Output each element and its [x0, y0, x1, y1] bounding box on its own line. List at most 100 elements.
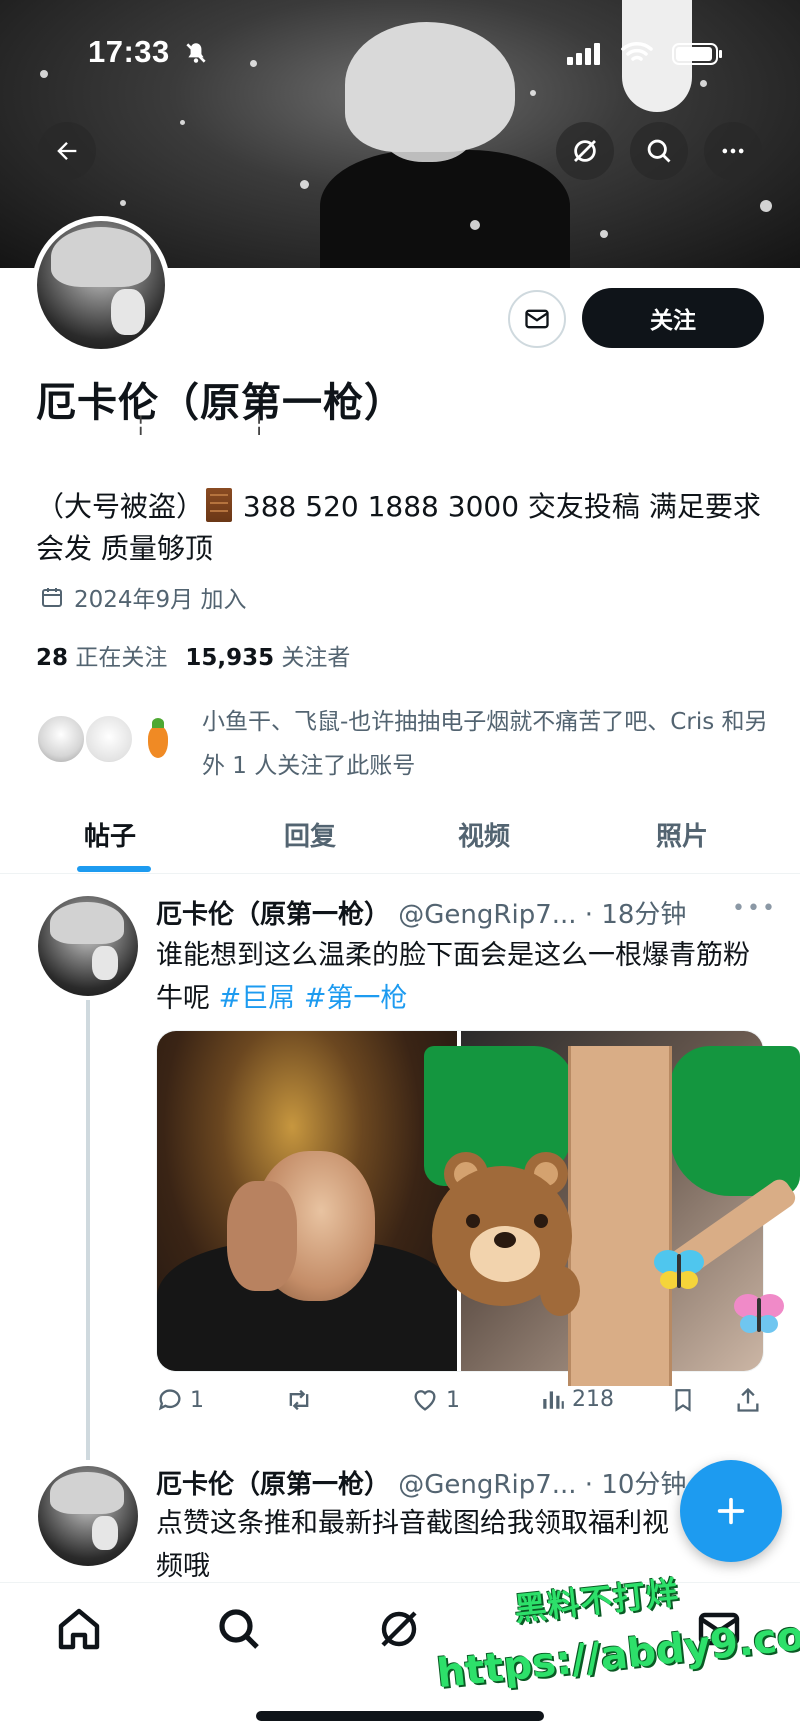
home-icon[interactable] — [55, 1605, 103, 1653]
followers-stat[interactable]: 15,935 关注者 — [185, 638, 350, 672]
following-label: 正在关注 — [75, 645, 168, 671]
hashtag[interactable]: #巨屌 — [219, 983, 296, 1014]
door-emoji-icon — [206, 488, 233, 522]
tab-replies[interactable]: 回复 — [284, 816, 336, 853]
butterfly-icon — [734, 1294, 784, 1333]
grok-icon[interactable] — [375, 1605, 423, 1653]
name-decoration: ¦ ¦ — [137, 412, 315, 437]
bear-eye — [534, 1214, 548, 1228]
follower-avatar — [84, 714, 134, 764]
follow-button[interactable]: 关注 — [582, 288, 764, 348]
reply-count: 1 — [190, 1387, 204, 1413]
grok-button[interactable] — [556, 122, 614, 180]
snowflake — [40, 70, 48, 78]
repost-action[interactable] — [284, 1386, 314, 1414]
tree-leaves — [670, 1046, 800, 1196]
arrow-left-icon — [57, 142, 77, 160]
avatar-hair — [50, 902, 124, 944]
reply-icon — [158, 1389, 181, 1411]
post-more-icon[interactable]: ••• — [732, 896, 777, 921]
tree-trunk — [568, 1046, 672, 1386]
avatar-hair — [51, 227, 151, 287]
more-options-button[interactable] — [704, 122, 762, 180]
snowflake — [300, 180, 309, 189]
more-horizontal-icon — [722, 148, 744, 154]
tab-photos[interactable]: 照片 — [656, 816, 708, 853]
bookmark-action[interactable] — [670, 1386, 696, 1414]
followers-count: 15,935 — [185, 645, 275, 671]
post-header: 厄卡伦（原第一枪） @GengRip7... · 18分钟 — [156, 894, 686, 931]
wifi-icon — [621, 42, 653, 61]
like-action[interactable]: 1 — [410, 1386, 460, 1414]
follow-stats: 28 正在关注 15,935 关注者 — [36, 638, 350, 672]
like-count: 1 — [446, 1387, 460, 1413]
snowflake — [470, 220, 480, 230]
snowflake — [700, 80, 707, 87]
post-author[interactable]: 厄卡伦（原第一枪） — [156, 1470, 390, 1500]
join-date: 2024年9月 加入 — [74, 587, 247, 613]
avatar-hand — [92, 946, 118, 980]
followed-by-text: 小鱼干、飞鼠-也许抽抽电子烟就不痛苦了吧、Cris 和另外 1 人关注了此账号 — [202, 709, 768, 779]
cellular-signal-icon — [567, 43, 600, 65]
snowflake — [180, 120, 185, 125]
reply-action[interactable]: 1 — [156, 1386, 204, 1414]
post-avatar[interactable] — [38, 896, 138, 996]
search-icon[interactable] — [215, 1605, 263, 1653]
snowflake — [120, 200, 126, 206]
post-photo-left[interactable] — [157, 1031, 457, 1371]
views-chart-icon — [543, 1391, 564, 1409]
avatar-hair — [50, 1472, 124, 1514]
back-button[interactable] — [38, 122, 96, 180]
snowflake — [760, 200, 772, 212]
post-text: 谁能想到这么温柔的脸下面会是这么一根爆青筋粉牛呢 #巨屌 #第一枪 — [156, 934, 756, 1020]
banner-figure-hair — [345, 22, 515, 152]
search-button[interactable] — [630, 122, 688, 180]
profile-tabs: 帖子 回复 视频 照片 — [0, 800, 800, 874]
heart-icon — [414, 1390, 436, 1411]
censor-sticker-overlay — [424, 1046, 800, 1386]
following-stat[interactable]: 28 正在关注 — [36, 638, 167, 672]
view-count: 218 — [572, 1386, 614, 1412]
post-author[interactable]: 厄卡伦（原第一枪） — [156, 900, 390, 930]
snowflake — [600, 230, 608, 238]
share-action[interactable] — [734, 1386, 762, 1414]
views-action[interactable]: 218 — [540, 1386, 614, 1412]
message-button[interactable] — [508, 290, 566, 348]
post-meta: @GengRip7... · 10分钟 — [398, 1470, 687, 1500]
post-avatar[interactable] — [38, 1466, 138, 1566]
post-header: 厄卡伦（原第一枪） @GengRip7... · 10分钟 — [156, 1464, 686, 1501]
grok-icon — [574, 140, 596, 162]
join-date-row: 2024年9月 加入 — [40, 580, 246, 614]
avatar-hand — [92, 1516, 118, 1550]
banner-figure-coat — [320, 150, 570, 268]
followers-label: 关注者 — [281, 645, 351, 671]
calendar-icon — [42, 588, 62, 607]
follower-avatar — [36, 714, 86, 764]
follower-avatar — [132, 714, 182, 764]
home-indicator — [256, 1711, 544, 1721]
avatar-hand — [111, 289, 145, 335]
status-time: 17:33 — [88, 34, 170, 69]
bear-paw — [540, 1266, 580, 1316]
profile-avatar[interactable] — [32, 216, 170, 354]
post-action-bar: 1 1 218 — [156, 1386, 762, 1422]
tab-posts[interactable]: 帖子 — [84, 816, 136, 853]
active-tab-indicator — [77, 866, 151, 872]
following-count: 28 — [36, 645, 69, 671]
plus-icon — [717, 1497, 745, 1525]
snowflake — [250, 60, 257, 67]
tab-videos[interactable]: 视频 — [458, 816, 510, 853]
profile-bio: （大号被盗） 388 520 1888 3000 交友投稿 满足要求会发 质量够… — [36, 486, 766, 570]
share-icon — [737, 1387, 759, 1412]
bio-prefix: （大号被盗） — [36, 490, 205, 523]
battery-icon — [672, 43, 722, 65]
hashtag[interactable]: #第一枪 — [304, 983, 408, 1014]
butterfly-icon — [654, 1250, 704, 1289]
photo-hand — [227, 1181, 297, 1291]
envelope-icon — [525, 309, 549, 329]
repost-icon — [289, 1389, 309, 1411]
bell-muted-icon — [186, 43, 206, 63]
bear-eye — [466, 1214, 480, 1228]
compose-post-button[interactable] — [680, 1460, 782, 1562]
thread-connector-line — [86, 1000, 90, 1460]
